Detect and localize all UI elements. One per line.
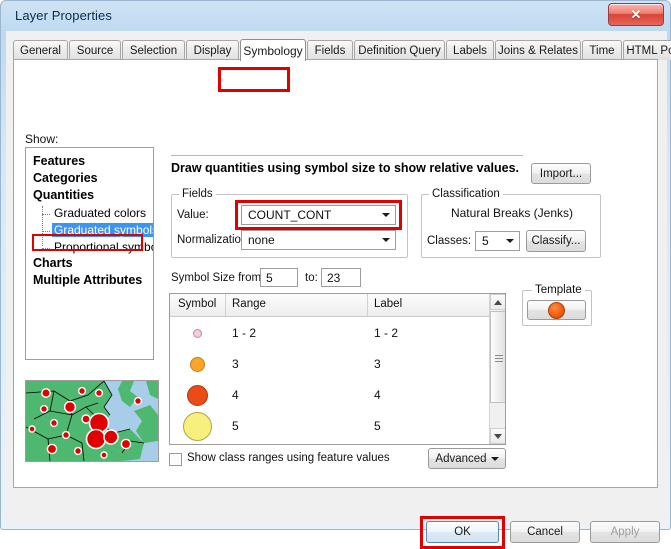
close-button[interactable]: ✕ <box>608 3 664 26</box>
column-separator <box>367 294 368 316</box>
layer-properties-window: Layer Properties ✕ General Source Selectio… <box>0 0 671 549</box>
classes-count-value: 5 <box>482 234 489 248</box>
advanced-button[interactable]: Advanced <box>428 448 506 469</box>
tree-item-graduated-colors[interactable]: Graduated colors <box>54 206 146 220</box>
tree-item-graduated-symbols[interactable]: Graduated symbols <box>52 223 153 237</box>
class-range-value[interactable]: 1 - 2 <box>232 326 256 340</box>
show-label: Show: <box>25 132 59 146</box>
tree-root-charts[interactable]: Charts <box>33 256 73 270</box>
show-class-ranges-checkbox[interactable] <box>169 453 182 466</box>
symbol-size-from-input[interactable]: 5 <box>260 268 298 287</box>
chevron-down-icon <box>491 457 499 461</box>
tab-html-popup[interactable]: HTML Popup <box>623 40 671 60</box>
class-symbol-swatch[interactable] <box>170 411 225 441</box>
classes-count-dropdown[interactable]: 5 <box>475 231 520 251</box>
class-range-value[interactable]: 5 <box>232 419 239 433</box>
symbol-size-from-label: Symbol Size from: <box>171 272 265 284</box>
class-label-value[interactable]: 5 <box>374 419 381 433</box>
symbol-circle-icon <box>183 411 212 441</box>
dialog-client-area: General Source Selection Display Symbology Fi… <box>6 31 671 549</box>
map-preview-thumbnail <box>25 380 159 462</box>
symbol-circle-icon <box>187 384 208 406</box>
tab-display[interactable]: Display <box>186 40 239 60</box>
value-field-dropdown[interactable]: COUNT_CONT <box>241 205 396 225</box>
tree-root-multiple-attributes[interactable]: Multiple Attributes <box>33 273 142 287</box>
tree-root-categories[interactable]: Categories <box>33 171 98 185</box>
tab-general[interactable]: General <box>13 40 68 60</box>
title-bar: Layer Properties ✕ <box>1 1 671 31</box>
symbol-size-to-input[interactable]: 23 <box>321 268 361 287</box>
symbol-size-to-label: to: <box>305 272 318 284</box>
tab-fields[interactable]: Fields <box>307 40 353 60</box>
tree-root-quantities[interactable]: Quantities <box>33 188 94 202</box>
tab-symbology[interactable]: Symbology <box>240 39 306 61</box>
tab-definition-query[interactable]: Definition Query <box>354 40 445 60</box>
tab-time[interactable]: Time <box>582 40 622 60</box>
apply-button: Apply <box>590 521 660 543</box>
symbol-size-from-value: 5 <box>266 271 273 285</box>
class-range-value[interactable]: 4 <box>232 388 239 402</box>
class-label-value[interactable]: 3 <box>374 357 381 371</box>
classes-label: Classes: <box>427 235 472 247</box>
tab-bar: General Source Selection Display Symbology Fi… <box>13 39 671 61</box>
class-symbol-swatch[interactable] <box>170 349 225 379</box>
show-class-ranges-label: Show class ranges using feature values <box>187 452 390 464</box>
class-symbol-swatch[interactable] <box>170 380 225 410</box>
import-button[interactable]: Import... <box>531 163 591 184</box>
column-header-label[interactable]: Label <box>374 298 402 310</box>
normalization-dropdown[interactable]: none <box>241 230 396 250</box>
fields-group-title: Fields <box>179 188 216 200</box>
value-field-selected: COUNT_CONT <box>248 208 332 222</box>
classes-table[interactable]: Symbol Range Label 1 - 21 - 2334455 <box>169 293 506 445</box>
renderer-tree[interactable]: Features Categories Quantities Charts Multip… <box>25 147 154 360</box>
symbol-size-to-value: 23 <box>327 271 341 285</box>
classification-method: Natural Breaks (Jenks) <box>450 206 574 220</box>
classification-group-title: Classification <box>429 188 503 200</box>
table-row[interactable]: 55 <box>170 411 505 441</box>
template-symbol-swatch <box>548 301 565 319</box>
tab-labels[interactable]: Labels <box>446 40 494 60</box>
template-group-title: Template <box>532 284 585 296</box>
tree-connector <box>42 206 43 246</box>
table-row[interactable]: 33 <box>170 349 505 379</box>
column-header-symbol[interactable]: Symbol <box>178 298 216 310</box>
tree-root-features[interactable]: Features <box>33 154 85 168</box>
symbol-circle-icon <box>190 356 205 372</box>
headline-rule <box>171 155 523 156</box>
value-label: Value: <box>177 209 209 221</box>
map-preview-svg <box>26 381 158 461</box>
table-row[interactable]: 1 - 2 1 - 2 <box>170 318 505 348</box>
cancel-button[interactable]: Cancel <box>510 521 580 543</box>
tab-source[interactable]: Source <box>69 40 121 60</box>
advanced-button-label: Advanced <box>435 452 487 465</box>
chevron-down-icon[interactable] <box>377 207 394 223</box>
tree-connector <box>42 231 50 232</box>
tree-item-proportional-symbols[interactable]: Proportional symbols <box>54 240 153 254</box>
tree-connector <box>42 248 50 249</box>
column-header-range[interactable]: Range <box>232 298 266 310</box>
class-label-value[interactable]: 1 - 2 <box>374 326 398 340</box>
class-label-value[interactable]: 4 <box>374 388 381 402</box>
window-title: Layer Properties <box>15 8 112 23</box>
ok-button[interactable]: OK <box>426 521 499 543</box>
normalization-selected: none <box>248 233 275 247</box>
tree-connector <box>42 214 50 215</box>
chevron-down-icon[interactable] <box>501 233 518 249</box>
chevron-down-icon[interactable] <box>377 232 394 248</box>
symbol-circle-icon <box>193 328 202 338</box>
normalization-label: Normalization: <box>177 234 251 246</box>
scroll-up-icon[interactable] <box>490 294 505 310</box>
tab-joins-relates[interactable]: Joins & Relates <box>495 40 581 60</box>
column-separator <box>225 294 226 316</box>
tab-selection[interactable]: Selection <box>122 40 185 60</box>
renderer-headline: Draw quantities using symbol size to sho… <box>171 161 520 175</box>
class-range-value[interactable]: 3 <box>232 357 239 371</box>
close-icon: ✕ <box>630 6 642 22</box>
template-symbol-button[interactable] <box>527 300 586 320</box>
class-symbol-swatch[interactable] <box>170 318 225 348</box>
classify-button[interactable]: Classify... <box>526 230 586 252</box>
symbology-tab-page: Show: Features Categories Quantities Charts… <box>13 59 658 488</box>
classes-table-header: Symbol Range Label <box>170 294 505 317</box>
table-row[interactable]: 44 <box>170 380 505 410</box>
